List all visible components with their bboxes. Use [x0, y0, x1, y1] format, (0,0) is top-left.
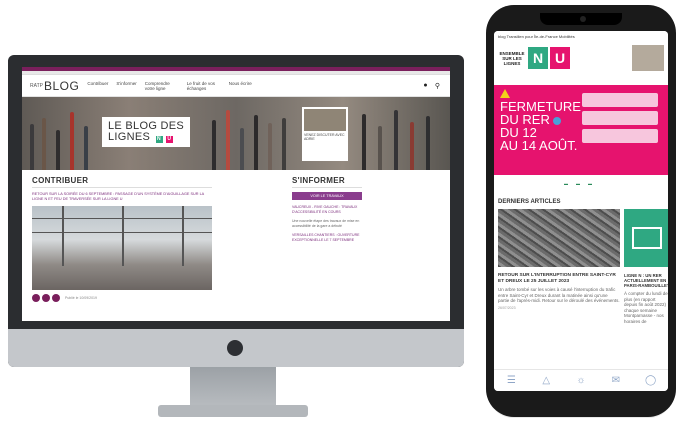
phone-line-n-badge[interactable]: N [528, 47, 548, 69]
article-title[interactable]: RETOUR SUR L'INTERRUPTION ENTRE SAINT-CY… [498, 273, 620, 284]
contribute-heading: CONTRIBUER [32, 176, 212, 188]
line-u-badge: U [165, 136, 173, 143]
closure-info-box [582, 129, 658, 143]
email-share-icon[interactable] [52, 294, 60, 302]
desktop-screen: RATP BLOG Contribuer S'informer Comprend… [22, 67, 450, 321]
account-icon[interactable]: ● [421, 81, 430, 90]
article-title[interactable]: LIGNE N : UN RER ACTUELLEMENT EN PARIS-R… [624, 273, 668, 288]
phone-screen: blog Transilien pour Île-de-France Mobil… [494, 31, 668, 391]
nav-item-contribuer[interactable]: Contribuer [87, 81, 108, 91]
camera-icon [580, 16, 586, 22]
phone-notch [540, 13, 622, 25]
closure-info-box [582, 93, 658, 107]
monitor-chin [8, 329, 464, 367]
nav-item-sinformer[interactable]: S'informer [116, 81, 136, 91]
phone-line-badges: N U [528, 47, 570, 69]
monitor-logo-dot [227, 340, 243, 356]
phone-tab-bar: ☰ △ ☼ ✉ ◯ [494, 369, 668, 391]
latest-articles-heading: DERNIERS ARTICLES [498, 199, 561, 205]
social-share: Publié le 10/09/2019 [32, 294, 212, 302]
rer-b-icon [553, 116, 562, 125]
partner-logo: ▬ [588, 180, 592, 186]
chat-icon[interactable]: ◯ [643, 375, 659, 386]
post-date: Publié le 10/09/2019 [65, 296, 97, 300]
main-nav: Contribuer S'informer Comprendre votre l… [87, 81, 421, 91]
monitor-stand-base [158, 405, 308, 417]
bulb-icon[interactable]: ☼ [573, 375, 589, 386]
contribute-column: CONTRIBUER RETOUR SUR LA SOIRÉE DU 6 SEP… [32, 176, 212, 302]
side-item-2-title[interactable]: VERSAILLES CHANTIERS : OUVERTURE EXCEPTI… [292, 233, 362, 242]
mail-icon[interactable]: ✉ [608, 375, 624, 386]
train-illustration [624, 209, 668, 267]
hero-title: LE BLOG DES LIGNES N U [102, 117, 191, 147]
mobile-phone: blog Transilien pour Île-de-France Mobil… [486, 5, 676, 417]
partner-logo: ▬ [564, 180, 568, 186]
article-excerpt: À compter du lundi de plus (en rapport d… [624, 291, 668, 324]
blog-logo[interactable]: BLOG [44, 79, 79, 93]
site-header: RATP BLOG Contribuer S'informer Comprend… [22, 75, 450, 97]
see-works-button[interactable]: VOIR LE TRAVAUX [292, 192, 362, 200]
menu-icon[interactable]: ☰ [503, 375, 519, 386]
side-item-1-text: Une nouvelle étape des travaux de mise e… [292, 219, 360, 228]
nav-item-comprendre[interactable]: Comprendre votre ligne [145, 81, 179, 91]
nav-item-ecrire[interactable]: Nous écrire [229, 81, 252, 91]
desktop-monitor: RATP BLOG Contribuer S'informer Comprend… [8, 55, 464, 367]
facebook-icon[interactable] [32, 294, 40, 302]
partner-logo: ▬ [576, 180, 580, 186]
phone-logo-text[interactable]: ENSEMBLE SUR LES LIGNES [498, 51, 526, 66]
side-item-1-title[interactable]: VAUCREUX - RIVE GAUCHE : TRAVAUX D'ACCES… [292, 205, 362, 214]
phone-header-photo[interactable] [632, 45, 664, 71]
article-card[interactable]: LIGNE N : UN RER ACTUELLEMENT EN PARIS-R… [624, 209, 668, 324]
line-n-badge: N [155, 136, 163, 143]
article-excerpt: Un arbre tombé sur les voies à causé l'i… [498, 287, 620, 303]
warning-icon [500, 89, 510, 98]
hero-promo-card[interactable]: VENEZ DISCUTER AVEC ADRIE [302, 107, 348, 161]
mockup-stage: RATP BLOG Contribuer S'informer Comprend… [0, 0, 679, 422]
rail-photo [498, 209, 620, 267]
contribute-article-link[interactable]: RETOUR SUR LA SOIRÉE DU 6 SEPTEMBRE : PA… [32, 192, 212, 202]
article-photo[interactable] [32, 206, 212, 290]
closure-text: FERMETURE DU RER DU 12 AU 14 AOÛT. [500, 99, 581, 153]
monitor-stand-neck [190, 367, 276, 407]
hero-card-photo [304, 109, 346, 131]
phone-header: ENSEMBLE SUR LES LIGNES N U [494, 41, 668, 75]
article-card[interactable]: RETOUR SUR L'INTERRUPTION ENTRE SAINT-CY… [498, 209, 620, 324]
line-badges: N U [155, 132, 173, 143]
partner-logos: ▬ ▬ ▬ [494, 175, 668, 191]
main-content: CONTRIBUER RETOUR SUR LA SOIRÉE DU 6 SEP… [22, 170, 450, 308]
search-icon[interactable]: ⚲ [433, 81, 442, 90]
closure-info-box [582, 111, 658, 125]
alert-icon[interactable]: △ [538, 375, 554, 386]
phone-line-u-badge[interactable]: U [550, 47, 570, 69]
inform-heading: S'INFORMER [292, 176, 362, 188]
article-carousel: RETOUR SUR L'INTERRUPTION ENTRE SAINT-CY… [494, 209, 668, 324]
header-icons: ● ⚲ [421, 81, 442, 90]
closure-banner[interactable]: FERMETURE DU RER DU 12 AU 14 AOÛT. [494, 85, 668, 175]
hero-banner: LE BLOG DES LIGNES N U VENEZ DISCUTER AV… [22, 97, 450, 170]
phone-status-bar: blog Transilien pour Île-de-France Mobil… [494, 31, 668, 41]
twitter-icon[interactable] [42, 294, 50, 302]
article-date: 26/07/2023 [498, 305, 516, 310]
inform-column: S'INFORMER VOIR LE TRAVAUX VAUCREUX - RI… [292, 176, 362, 302]
ratp-logo[interactable]: RATP [30, 83, 44, 89]
nav-item-echanges[interactable]: Le fruit de vos échanges [187, 81, 221, 91]
